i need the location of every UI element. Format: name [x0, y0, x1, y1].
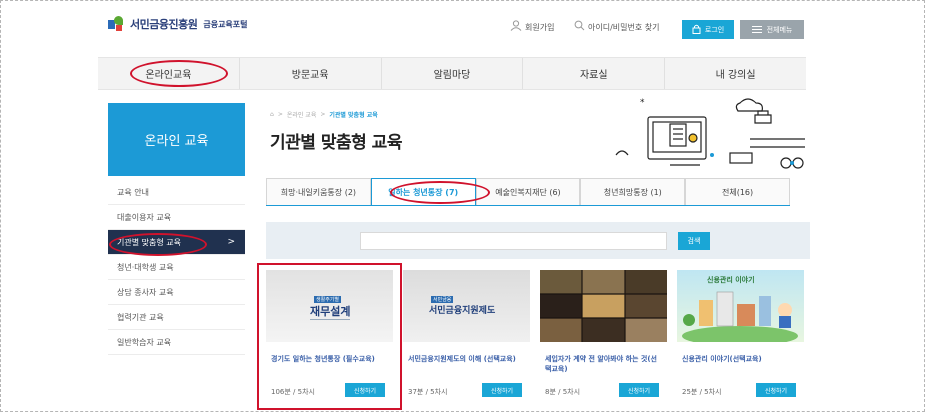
category-tabs: 희망·내일키움통장 (2) 일하는 청년통장 (7) 예술인복지재단 (6) 청…: [266, 178, 790, 206]
course-card[interactable]: 신용관리 이야기 신용관리 이야기(선택교육) 25분 / 5차시 신청하기: [677, 270, 804, 403]
annotation-circle-sidebar: [109, 233, 207, 256]
course-duration: 37분 / 5차시: [408, 388, 448, 396]
sidebar-item-label: 협력기관 교육: [117, 312, 164, 322]
town-illustration: [682, 291, 798, 342]
sidebar-item-youth[interactable]: 청년·대학생 교육: [108, 255, 245, 280]
sidebar-item-label: 교육 안내: [117, 187, 149, 197]
logo-subtitle: 금융교육포털: [203, 19, 248, 29]
page-title: 기관별 맞춤형 교육: [270, 133, 402, 153]
nav-resources[interactable]: 자료실: [522, 58, 664, 89]
course-title[interactable]: 세입자가 계약 전 알아봐야 하는 것(선택교육): [545, 354, 663, 374]
course-thumbnail: 신용관리 이야기: [677, 270, 804, 342]
course-duration: 25분 / 5차시: [682, 388, 722, 396]
photo-collage-image: [540, 270, 667, 342]
home-icon[interactable]: ⌂: [270, 111, 274, 118]
course-card[interactable]: 서민금융 서민금융지원제도 서민금융지원제도의 이해 (선택교육) 37분 / …: [403, 270, 530, 403]
apply-button[interactable]: 신청하기: [482, 383, 522, 397]
apply-button[interactable]: 신청하기: [619, 383, 659, 397]
search-input[interactable]: [360, 232, 667, 250]
sidebar-menu: 교육 안내 대출이용자 교육 기관별 맞춤형 교육 > 청년·대학생 교육 상담 …: [108, 180, 245, 355]
chevron-right-icon: >: [227, 237, 235, 247]
lock-icon: [692, 24, 701, 36]
login-button[interactable]: 로그인: [682, 20, 734, 39]
thumb-kicker: 서민금융: [431, 296, 454, 303]
sidebar-item-label: 일반학습자 교육: [117, 337, 172, 347]
course-thumbnail: [540, 270, 667, 342]
nav-notice[interactable]: 알림마당: [380, 58, 523, 89]
all-menu-button[interactable]: 전체메뉴: [740, 20, 804, 39]
svg-text:*: *: [640, 98, 645, 108]
annotation-circle-nav: [130, 60, 228, 87]
sidebar-title: 온라인 교육: [108, 103, 245, 176]
find-account-label: 아이디/비밀번호 찾기: [588, 22, 660, 32]
sidebar-item-counselors[interactable]: 상담 종사자 교육: [108, 280, 245, 305]
site-logo[interactable]: 서민금융진흥원 금융교육포털: [108, 16, 248, 32]
breadcrumb-separator: >: [277, 111, 283, 118]
sidebar-item-label: 청년·대학생 교육: [117, 262, 174, 272]
course-duration: 8분 / 5차시: [545, 388, 581, 396]
search-button[interactable]: 검색: [678, 232, 710, 250]
sidebar-item-guide[interactable]: 교육 안내: [108, 180, 245, 205]
course-card[interactable]: 세입자가 계약 전 알아봐야 하는 것(선택교육) 8분 / 5차시 신청하기: [540, 270, 667, 403]
signup-link[interactable]: 회원가입: [510, 20, 554, 34]
thumb-title: 서민금융지원제도: [429, 306, 496, 316]
sidebar-item-general[interactable]: 일반학습자 교육: [108, 330, 245, 355]
breadcrumb: ⌂ > 온라인 교육 > 기관별 맞춤형 교육: [270, 110, 378, 119]
tab-all[interactable]: 전체(16): [685, 178, 790, 205]
logo-name: 서민금융진흥원: [130, 18, 198, 31]
sidebar-item-loan-users[interactable]: 대출이용자 교육: [108, 205, 245, 230]
course-thumbnail: 서민금융 서민금융지원제도: [403, 270, 530, 342]
all-menu-label: 전체메뉴: [766, 25, 793, 34]
sidebar-item-label: 대출이용자 교육: [117, 212, 172, 222]
annotation-circle-tab: [390, 181, 490, 204]
nav-my-classroom[interactable]: 내 강의실: [664, 58, 806, 89]
breadcrumb-separator: >: [320, 111, 326, 118]
tab-youth-hope[interactable]: 청년희망통장 (1): [580, 178, 686, 205]
login-label: 로그인: [704, 25, 725, 34]
breadcrumb-current: 기관별 맞춤형 교육: [329, 112, 378, 119]
annotation-box-first-card: [257, 263, 402, 410]
education-illustration: *: [615, 98, 805, 169]
tab-artists-welfare[interactable]: 예술인복지재단 (6): [475, 178, 581, 205]
logo-mark-icon: [108, 16, 124, 32]
sidebar-item-label: 상담 종사자 교육: [117, 287, 174, 297]
tab-hope-savings[interactable]: 희망·내일키움통장 (2): [266, 178, 371, 205]
hamburger-icon: [751, 26, 762, 33]
find-account-link[interactable]: 아이디/비밀번호 찾기: [574, 20, 659, 34]
search-icon: [574, 20, 585, 34]
breadcrumb-level1[interactable]: 온라인 교육: [287, 110, 317, 119]
sidebar-item-partners[interactable]: 협력기관 교육: [108, 305, 245, 330]
course-title[interactable]: 서민금융지원제도의 이해 (선택교육): [408, 354, 526, 364]
user-icon: [510, 20, 522, 34]
nav-visit-education[interactable]: 방문교육: [238, 58, 381, 89]
course-title[interactable]: 신용관리 이야기(선택교육): [682, 354, 800, 364]
signup-label: 회원가입: [525, 22, 555, 32]
apply-button[interactable]: 신청하기: [756, 383, 796, 397]
